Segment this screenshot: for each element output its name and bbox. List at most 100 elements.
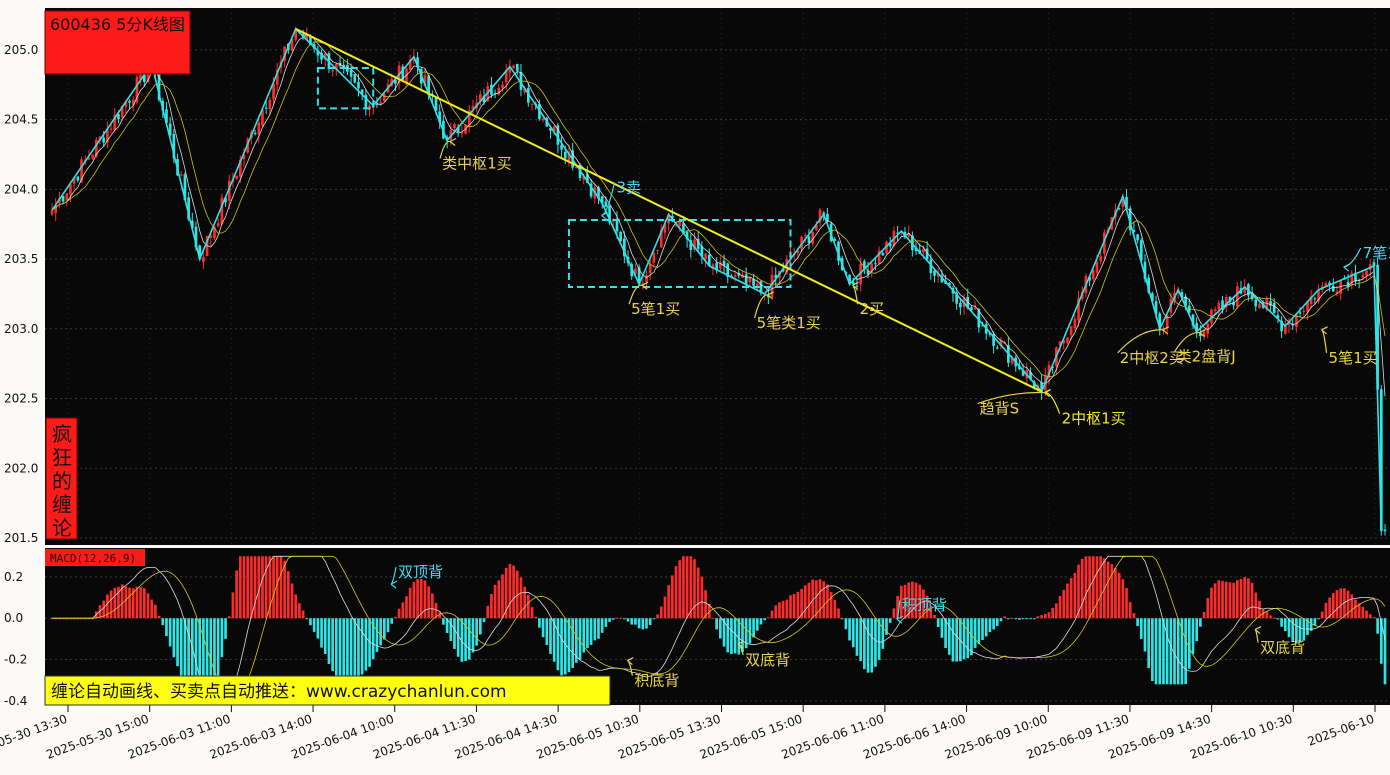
- macd-bar: [1280, 618, 1283, 627]
- annotation-label: 积底背: [634, 672, 679, 690]
- candle-body: [357, 81, 360, 89]
- macd-bar: [301, 610, 305, 619]
- macd-bar: [1265, 611, 1269, 619]
- macd-bar: [401, 602, 405, 619]
- candle-body: [349, 69, 353, 77]
- candle-body: [541, 118, 545, 121]
- macd-bar: [1147, 618, 1151, 669]
- annotation-label: 趋背S: [980, 400, 1020, 418]
- macd-bar: [1165, 618, 1169, 685]
- candle-body: [656, 249, 659, 251]
- macd-bar: [611, 618, 615, 620]
- macd-bar: [1040, 615, 1043, 619]
- macd-y-tick-label: -0.4: [4, 694, 27, 708]
- macd-bar: [501, 574, 504, 619]
- macd-bar: [512, 565, 515, 619]
- macd-bar: [863, 618, 866, 670]
- candle-body: [933, 270, 936, 276]
- macd-bar: [940, 618, 944, 638]
- price-y-tick-label: 202.0: [4, 461, 38, 475]
- macd-bar: [1021, 618, 1025, 620]
- macd-bar: [227, 616, 231, 619]
- macd-bar: [279, 556, 283, 619]
- macd-bar: [1010, 617, 1014, 619]
- macd-bar: [283, 560, 286, 619]
- macd-bar: [179, 618, 183, 678]
- macd-bar: [1084, 556, 1088, 619]
- macd-bar: [541, 618, 545, 638]
- macd-bar: [730, 618, 733, 655]
- macd-bar: [479, 618, 482, 635]
- macd-bar: [154, 604, 157, 619]
- macd-y-tick-label: -0.2: [4, 653, 27, 667]
- macd-bar: [530, 607, 534, 619]
- macd-bar: [246, 556, 250, 619]
- macd-bar: [623, 618, 626, 620]
- macd-bar: [238, 556, 242, 619]
- macd-bar: [139, 586, 142, 619]
- macd-bar: [408, 587, 412, 619]
- price-y-tick-label: 204.0: [4, 182, 38, 196]
- macd-bar: [626, 618, 630, 622]
- macd-y-tick-label: 0.0: [4, 611, 23, 625]
- macd-bar: [678, 560, 682, 619]
- candle-body: [1361, 274, 1365, 278]
- macd-bar: [803, 585, 807, 619]
- price-y-tick-label: 201.5: [4, 531, 38, 545]
- candle-body: [855, 285, 859, 287]
- macd-bar: [837, 608, 840, 619]
- candle-body: [1283, 326, 1287, 334]
- macd-bar: [711, 617, 715, 619]
- macd-bar: [316, 618, 320, 639]
- macd-bar: [135, 586, 139, 619]
- annotation-label: 类2盘背J: [1177, 348, 1236, 366]
- macd-bar: [840, 618, 844, 620]
- macd-bar: [1066, 583, 1069, 619]
- macd-bar: [327, 618, 331, 664]
- macd-bar: [342, 618, 346, 685]
- macd-bar: [397, 608, 401, 619]
- macd-bar: [1043, 613, 1047, 619]
- macd-bar: [1143, 618, 1147, 652]
- annotation-label: 双顶背: [398, 563, 443, 581]
- macd-bar: [231, 592, 235, 619]
- macd-bar: [220, 618, 224, 658]
- macd-bar: [696, 567, 700, 619]
- macd-bar: [951, 618, 955, 662]
- candle-body: [648, 264, 652, 274]
- macd-bar: [423, 580, 427, 619]
- macd-bar: [146, 593, 150, 619]
- macd-bar: [571, 618, 574, 668]
- candle-body: [1235, 286, 1239, 307]
- macd-bar: [1320, 611, 1324, 619]
- macd-bar: [999, 618, 1003, 622]
- macd-bar: [364, 618, 368, 671]
- macd-bar: [1154, 618, 1158, 685]
- candle-body: [235, 175, 238, 179]
- macd-bar: [305, 618, 309, 620]
- macd-bar: [1073, 573, 1077, 619]
- macd-bar: [866, 618, 870, 673]
- macd-bar: [405, 596, 408, 619]
- candle-body: [733, 275, 737, 277]
- annotation-label: 双底背: [1260, 639, 1305, 657]
- macd-bar: [534, 616, 538, 619]
- macd-bar: [1047, 612, 1051, 619]
- macd-bar: [1228, 582, 1232, 619]
- macd-bar: [1055, 603, 1058, 619]
- annotation-label: 2买: [860, 300, 885, 318]
- macd-bar: [1029, 618, 1032, 620]
- macd-bar: [349, 618, 353, 685]
- macd-bar: [1239, 578, 1243, 619]
- macd-bar: [933, 615, 936, 619]
- annotation-label: 积顶背: [902, 596, 947, 614]
- candle-body: [331, 69, 334, 72]
- annotation-label: 5笔1买: [631, 300, 680, 318]
- macd-bar: [142, 588, 146, 619]
- annotation-label: 5笔类1买: [757, 314, 821, 332]
- candle-body: [1298, 312, 1302, 314]
- candle-body: [995, 347, 999, 349]
- macd-bar: [482, 618, 486, 623]
- macd-bar: [431, 593, 434, 619]
- macd-bar: [353, 618, 357, 683]
